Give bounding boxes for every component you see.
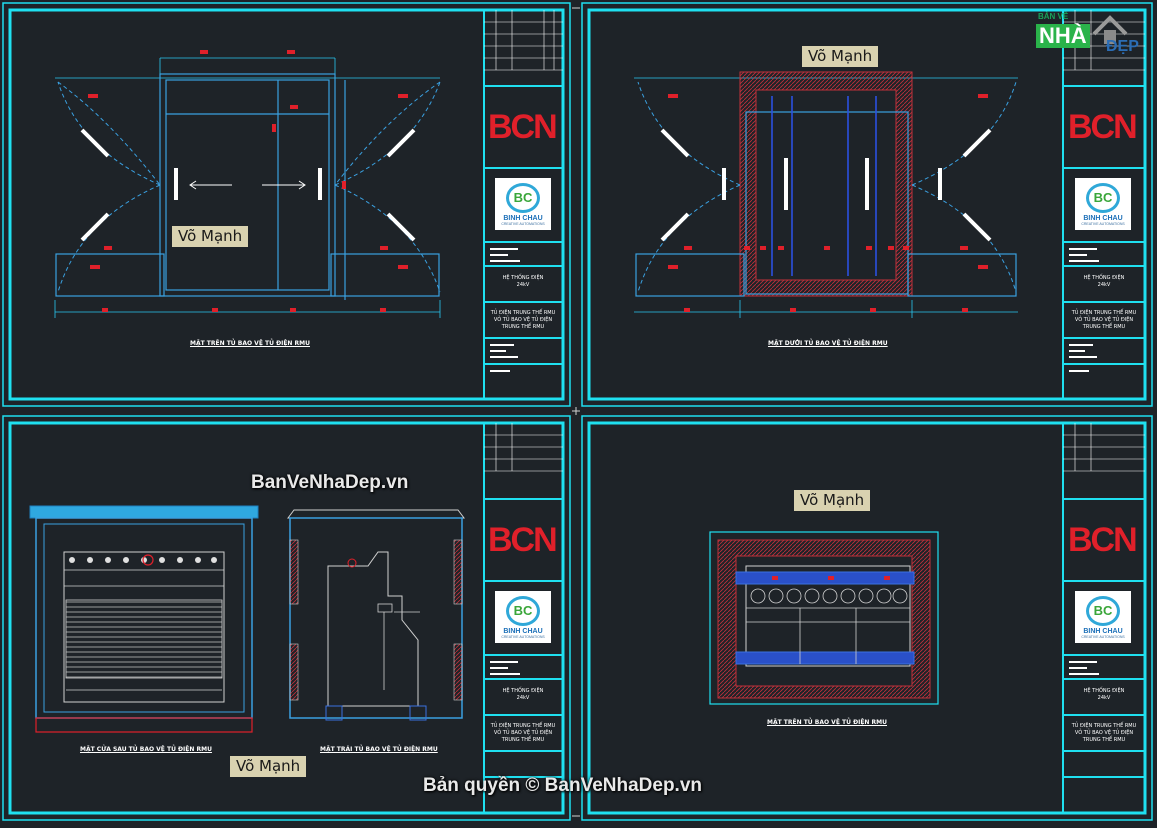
system-line-1: HỆ THỐNG ĐIỆN <box>1083 688 1125 694</box>
system-line-2: 24kV <box>516 695 530 701</box>
badge-mark: BC <box>506 595 540 626</box>
watermark-tag-top-right: Võ Mạnh <box>802 46 879 67</box>
badge-mark: BC <box>506 182 540 213</box>
badge-slogan: CREATIVE AUTOMATIONS <box>501 221 545 226</box>
system-line-2: 24kV <box>1097 695 1111 701</box>
system-label-bottom-right: HỆ THỐNG ĐIỆN 24kV <box>1066 688 1142 702</box>
desc-line-3: TRUNG THẾ RMU <box>1082 324 1126 330</box>
badge-name: BINH CHAU <box>1083 214 1123 222</box>
desc-line-1: TỦ ĐIỆN TRUNG THẾ RMU <box>490 723 556 729</box>
desc-line-2: VỎ TỦ BAO VỆ TỦ ĐIỆN <box>493 730 553 736</box>
watermark-site-url: BanVeNhaDep.vn <box>251 472 409 493</box>
company-logo-bottom-right: BCN <box>1068 521 1138 559</box>
desc-line-2: VỎ TỦ BAO VỆ TỦ ĐIỆN <box>1074 730 1134 736</box>
system-label-bottom-left: HỆ THỐNG ĐIỆN 24kV <box>485 688 561 702</box>
drawing-left-elevation <box>287 509 465 721</box>
caption-top-left: MẶT TRÊN TỦ BAO VỆ TỦ ĐIỆN RMU <box>190 340 310 347</box>
desc-line-3: TRUNG THẾ RMU <box>501 737 545 743</box>
description-top-left: TỦ ĐIỆN TRUNG THẾ RMU VỎ TỦ BAO VỆ TỦ ĐI… <box>485 310 561 331</box>
badge-logo-top-left: BC BINH CHAU CREATIVE AUTOMATIONS <box>495 178 551 230</box>
badge-slogan: CREATIVE AUTOMATIONS <box>501 634 545 639</box>
watermark-tag-bottom-left: Võ Mạnh <box>230 756 307 777</box>
company-logo-bottom-left: BCN <box>488 521 558 559</box>
badge-name: BINH CHAU <box>1083 627 1123 635</box>
desc-line-1: TỦ ĐIỆN TRUNG THẾ RMU <box>1071 310 1137 316</box>
cad-drawing-canvas <box>2 2 1153 821</box>
site-logo: BẢN VẼ NHÀ ĐẸP <box>1034 12 1152 64</box>
desc-line-1: TỦ ĐIỆN TRUNG THẾ RMU <box>1071 723 1137 729</box>
watermark-tag-top-left: Võ Mạnh <box>172 226 249 247</box>
company-logo-top-left: BCN <box>488 108 558 146</box>
caption-bottom-right: MẶT TRÊN TỦ BAO VỆ TỦ ĐIỆN RMU <box>767 719 887 726</box>
desc-line-2: VỎ TỦ BAO VỆ TỦ ĐIỆN <box>1074 317 1134 323</box>
desc-line-1: TỦ ĐIỆN TRUNG THẾ RMU <box>490 310 556 316</box>
watermark-tag-bottom-right: Võ Mạnh <box>794 490 871 511</box>
site-logo-main-text: NHÀ <box>1036 24 1090 48</box>
description-bottom-right: TỦ ĐIỆN TRUNG THẾ RMU VỎ TỦ BAO VỆ TỦ ĐI… <box>1066 723 1142 744</box>
sheet-divider-marks <box>572 7 580 817</box>
company-logo-top-right: BCN <box>1068 108 1138 146</box>
description-top-right: TỦ ĐIỆN TRUNG THẾ RMU VỎ TỦ BAO VỆ TỦ ĐI… <box>1066 310 1142 331</box>
drawing-rear-elevation <box>29 505 259 733</box>
system-line-2: 24kV <box>1097 282 1111 288</box>
system-label-top-left: HỆ THỐNG ĐIỆN 24kV <box>485 275 561 289</box>
system-line-1: HỆ THỐNG ĐIỆN <box>502 688 544 694</box>
site-logo-small-text: BẢN VẼ <box>1038 12 1069 21</box>
badge-logo-bottom-left: BC BINH CHAU CREATIVE AUTOMATIONS <box>495 591 551 643</box>
site-logo-accent-text: ĐẸP <box>1106 38 1139 55</box>
description-bottom-left: TỦ ĐIỆN TRUNG THẾ RMU VỎ TỦ BAO VỆ TỦ ĐI… <box>485 723 561 744</box>
drawing-bottom-view <box>634 71 1018 318</box>
system-line-1: HỆ THỐNG ĐIỆN <box>1083 275 1125 281</box>
drawing-top-view-detail <box>709 531 939 705</box>
desc-line-3: TRUNG THẾ RMU <box>501 324 545 330</box>
badge-name: BINH CHAU <box>503 214 543 222</box>
badge-mark: BC <box>1086 595 1120 626</box>
badge-logo-bottom-right: BC BINH CHAU CREATIVE AUTOMATIONS <box>1075 591 1131 643</box>
system-line-2: 24kV <box>516 282 530 288</box>
caption-bottom-left-a: MẶT CỬA SAU TỦ BAO VỆ TỦ ĐIỆN RMU <box>80 746 212 753</box>
caption-top-right: MẶT DƯỚI TỦ BAO VỆ TỦ ĐIỆN RMU <box>768 340 888 347</box>
badge-name: BINH CHAU <box>503 627 543 635</box>
badge-mark: BC <box>1086 182 1120 213</box>
badge-slogan: CREATIVE AUTOMATIONS <box>1081 634 1125 639</box>
desc-line-2: VỎ TỦ BAO VỆ TỦ ĐIỆN <box>493 317 553 323</box>
caption-bottom-left-b: MẶT TRÁI TỦ BAO VỆ TỦ ĐIỆN RMU <box>320 746 438 753</box>
system-label-top-right: HỆ THỐNG ĐIỆN 24kV <box>1066 275 1142 289</box>
desc-line-3: TRUNG THẾ RMU <box>1082 737 1126 743</box>
badge-logo-top-right: BC BINH CHAU CREATIVE AUTOMATIONS <box>1075 178 1131 230</box>
watermark-copyright: Bản quyền © BanVeNhaDep.vn <box>423 775 703 796</box>
badge-slogan: CREATIVE AUTOMATIONS <box>1081 221 1125 226</box>
drawing-top-view-doors <box>54 50 441 318</box>
system-line-1: HỆ THỐNG ĐIỆN <box>502 275 544 281</box>
